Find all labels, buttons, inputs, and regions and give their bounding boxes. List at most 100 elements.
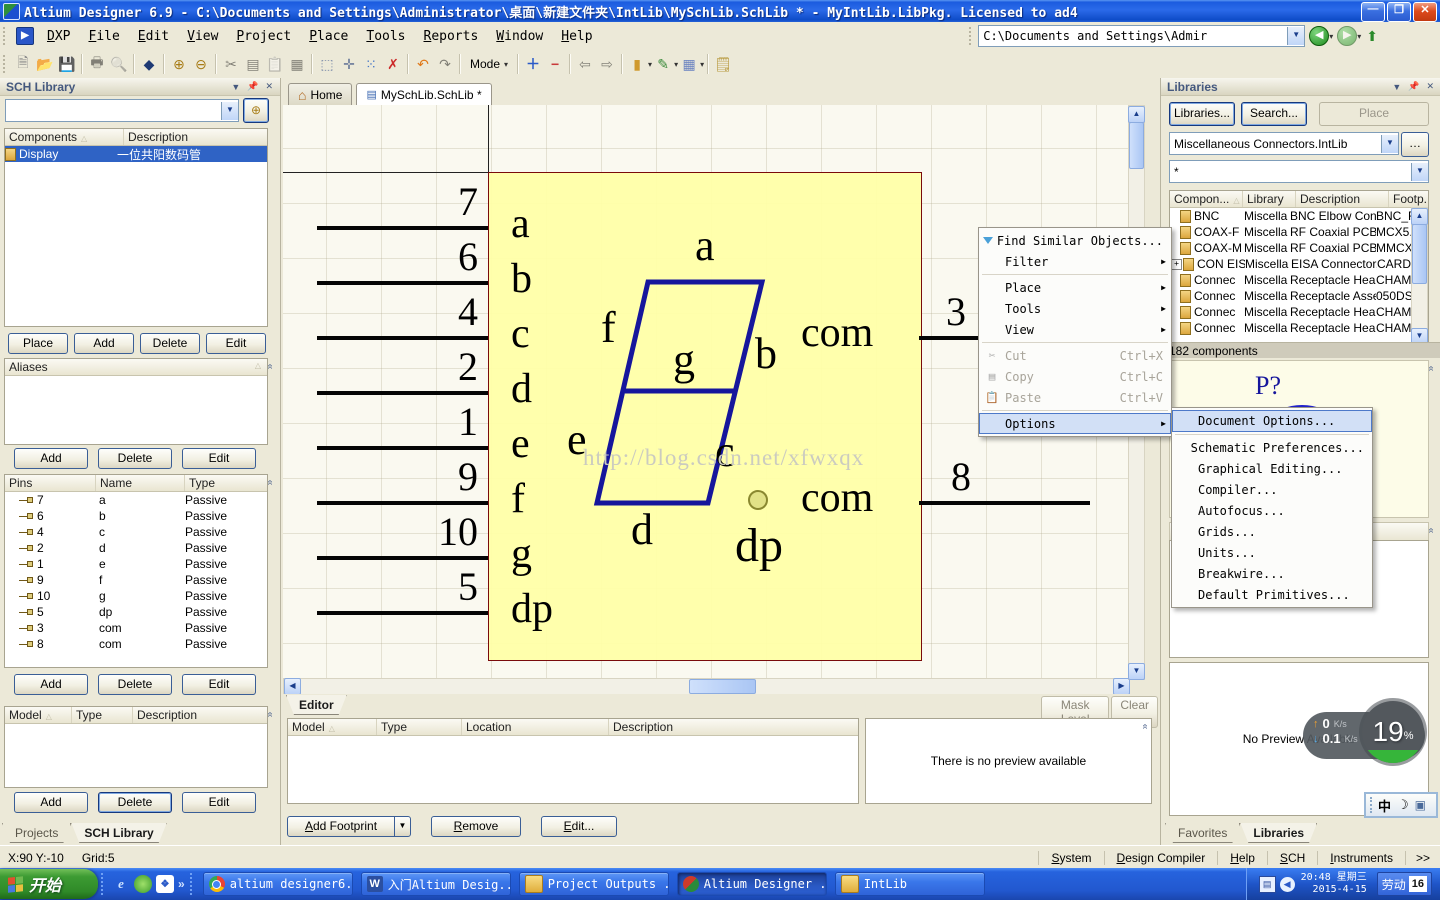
library-row[interactable]: COAX-F Miscella RF Coaxial PCB I MCX5.0	[1170, 224, 1428, 240]
cut-icon[interactable]: ✂	[220, 53, 242, 75]
dxp-icon[interactable]: ▶	[16, 27, 34, 45]
component-row-display[interactable]: Display 一位共阳数码管	[5, 146, 267, 162]
tab-libraries[interactable]: Libraries	[1240, 823, 1317, 843]
save-icon[interactable]: 💾	[56, 53, 78, 75]
tab-projects[interactable]: Projects	[2, 823, 71, 843]
edit-alias-button[interactable]: Edit	[182, 448, 256, 469]
libraries-menu-icon[interactable]: ▼	[1392, 82, 1401, 92]
pin-row[interactable]: 4 c Passive	[5, 524, 267, 540]
menu-options[interactable]: Options ▶	[979, 413, 1171, 434]
menu-find-similar[interactable]: Find Similar Objects...	[979, 230, 1171, 251]
place-component-button[interactable]: Place	[8, 333, 68, 354]
menu-tools[interactable]: Tools ▶	[979, 298, 1171, 319]
print-icon[interactable]: 🖶	[86, 53, 108, 75]
filter-dropdown-icon[interactable]: ▼	[1411, 162, 1428, 181]
add-footprint-caret-icon[interactable]: ▼	[394, 817, 410, 836]
submenu-graphical-editing[interactable]: Graphical Editing...	[1172, 458, 1372, 479]
minimize-button[interactable]: —	[1361, 2, 1385, 22]
paste-icon[interactable]: 📋	[264, 53, 286, 75]
toolbar-grip2[interactable]	[3, 55, 9, 73]
panel-pin-icon[interactable]: 📌	[247, 81, 258, 92]
grid-tool-icon[interactable]: ▦	[678, 53, 700, 75]
libraries-panel-header[interactable]: Libraries ▼ 📌 ✕	[1161, 78, 1440, 96]
col-pin-type[interactable]: Type	[185, 475, 267, 491]
menu-edit[interactable]: Edit	[129, 25, 178, 48]
edit-footprint-button[interactable]: Edit...	[541, 816, 617, 837]
col-fp-location[interactable]: Location	[462, 719, 609, 735]
menu-tools[interactable]: Tools	[357, 25, 414, 48]
tray-ime-badge[interactable]: 劳动 16	[1376, 872, 1432, 896]
taskbar-item-altium-designer[interactable]: Altium Designer ...	[676, 872, 827, 896]
col-model-desc[interactable]: Description	[133, 707, 267, 723]
menu-place[interactable]: Place ▶	[979, 277, 1171, 298]
vscroll-thumb[interactable]	[1129, 122, 1144, 169]
ime-settings-icon[interactable]: ▣	[1415, 798, 1426, 812]
library-table-header[interactable]: Compon...△ Library Description Footp...	[1170, 191, 1428, 208]
col-description[interactable]: Description	[124, 129, 267, 145]
restore-button[interactable]: ❐	[1387, 2, 1411, 22]
start-button[interactable]: 开始	[0, 869, 98, 899]
align-icon[interactable]: ⁙	[360, 53, 382, 75]
menu-place[interactable]: Place	[300, 25, 357, 48]
add-alias-button[interactable]: Add	[14, 448, 88, 469]
taskbar-grip[interactable]	[189, 873, 196, 895]
quicklaunch-more-icon[interactable]: »	[178, 877, 185, 891]
scroll-left-icon[interactable]: ◀	[284, 678, 301, 695]
title-bar[interactable]: Altium Designer 6.9 - C:\Documents and S…	[0, 0, 1440, 22]
menu-view[interactable]: View ▶	[979, 319, 1171, 340]
next-part-icon[interactable]: ⇨	[596, 53, 618, 75]
library-dropdown-icon[interactable]: ▼	[1381, 134, 1398, 153]
edit-model-button[interactable]: Edit	[182, 792, 256, 813]
editor-mode-tab[interactable]: Editor	[286, 695, 347, 715]
library-combobox[interactable]: Miscellaneous Connectors.IntLib ▼	[1169, 132, 1399, 155]
search-dropdown-icon[interactable]: ▼	[221, 101, 238, 120]
memory-percent-ball[interactable]: 19 %	[1362, 701, 1424, 763]
delete-component-button[interactable]: Delete	[140, 333, 200, 354]
pin-row[interactable]: 7 a Passive	[5, 492, 267, 508]
library-row[interactable]: Connec Miscella Receptacle Hea CHAMP	[1170, 304, 1428, 320]
prev-part-icon[interactable]: ⇦	[574, 53, 596, 75]
remove-mode-icon[interactable]: −	[544, 53, 566, 75]
panel-menu-icon[interactable]: ▼	[231, 82, 240, 92]
pin-row[interactable]: 5 dp Passive	[5, 604, 267, 620]
col-model[interactable]: Model △	[5, 707, 72, 723]
component-search-combobox[interactable]: ▼	[5, 99, 239, 122]
libraries-close-icon[interactable]: ✕	[1426, 81, 1434, 92]
library-row[interactable]: COAX-M Miscella RF Coaxial PCB I MMCX2	[1170, 240, 1428, 256]
nav-back-button[interactable]: ◀	[1309, 26, 1330, 46]
footprint-collapse-icon[interactable]: «	[1425, 528, 1436, 532]
col-lib-library[interactable]: Library	[1243, 191, 1296, 207]
quicklaunch-360-icon[interactable]	[134, 875, 152, 893]
menu-cut[interactable]: ✂ Cut Ctrl+X	[979, 345, 1171, 366]
menu-file[interactable]: File	[79, 25, 128, 48]
menu-dxp[interactable]: DXP	[38, 25, 79, 48]
preview-collapse-icon[interactable]: «	[1425, 366, 1436, 370]
model-collapse-icon[interactable]: «	[264, 712, 275, 716]
search-button[interactable]: Search...	[1241, 102, 1307, 126]
workspace-icon[interactable]: ◆	[138, 53, 160, 75]
nav-forward-button[interactable]: ▶	[1337, 26, 1358, 46]
menu-filter[interactable]: Filter ▶	[979, 251, 1171, 272]
lib-scroll-thumb[interactable]	[1412, 224, 1427, 284]
menu-copy[interactable]: ▤ Copy Ctrl+C	[979, 366, 1171, 387]
col-components[interactable]: Components △	[5, 129, 124, 145]
filter-combobox[interactable]: * ▼	[1169, 160, 1429, 183]
decimal-point-dot[interactable]	[748, 490, 768, 510]
menu-view[interactable]: View	[178, 25, 227, 48]
library-row[interactable]: Connec Miscella Receptacle Hea CHAMP	[1170, 320, 1428, 336]
pin-row[interactable]: 9 f Passive	[5, 572, 267, 588]
submenu-default-primitives[interactable]: Default Primitives...	[1172, 584, 1372, 605]
model-table-header[interactable]: Model △ Type Description	[5, 707, 267, 724]
taskbar-item-word-doc[interactable]: W 入门Altium Desig...	[360, 872, 511, 896]
libraries-pin-icon[interactable]: 📌	[1408, 81, 1419, 92]
expand-icon[interactable]: +	[1171, 258, 1182, 270]
undo-icon[interactable]: ↶	[412, 53, 434, 75]
new-document-icon[interactable]: 🗎	[12, 53, 34, 75]
menu-window[interactable]: Window	[487, 25, 552, 48]
library-row[interactable]: BNC Miscella BNC Elbow Conr BNC_RA	[1170, 208, 1428, 224]
library-list-scrollbar[interactable]: ▲ ▼	[1411, 207, 1428, 343]
more-panels-button[interactable]: >>	[1404, 850, 1440, 865]
clear-filter-icon[interactable]: ✗	[382, 53, 404, 75]
system-panels-button[interactable]: System	[1038, 850, 1103, 865]
quicklaunch-paw-icon[interactable]: ❖	[156, 875, 174, 893]
